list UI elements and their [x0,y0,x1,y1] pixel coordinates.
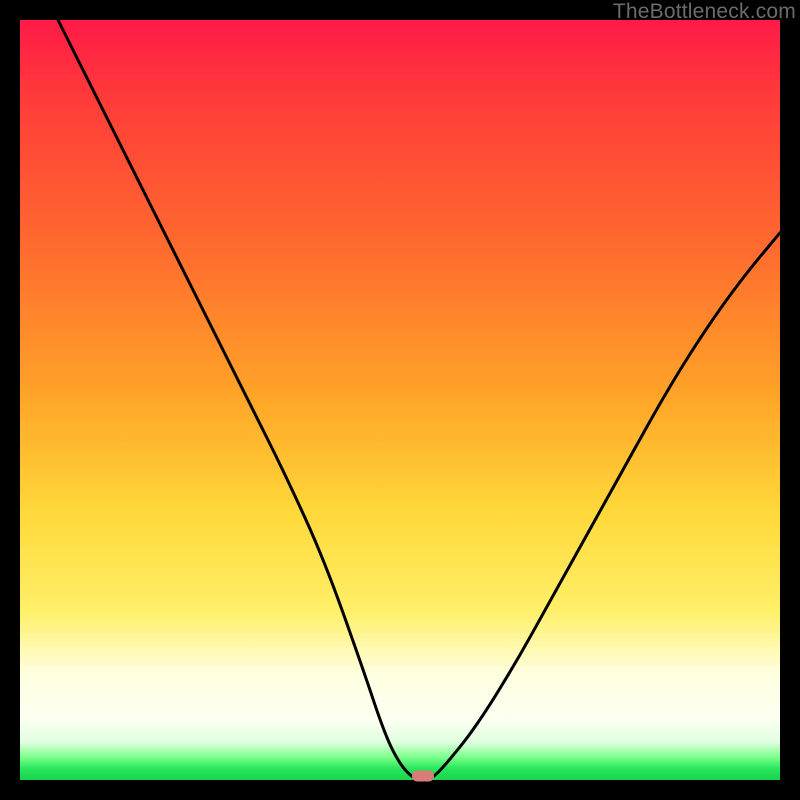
plot-border [20,20,780,780]
chart-frame: TheBottleneck.com [0,0,800,800]
minimum-marker [412,771,434,782]
plot-area [20,20,780,780]
bottleneck-curve [20,20,780,780]
